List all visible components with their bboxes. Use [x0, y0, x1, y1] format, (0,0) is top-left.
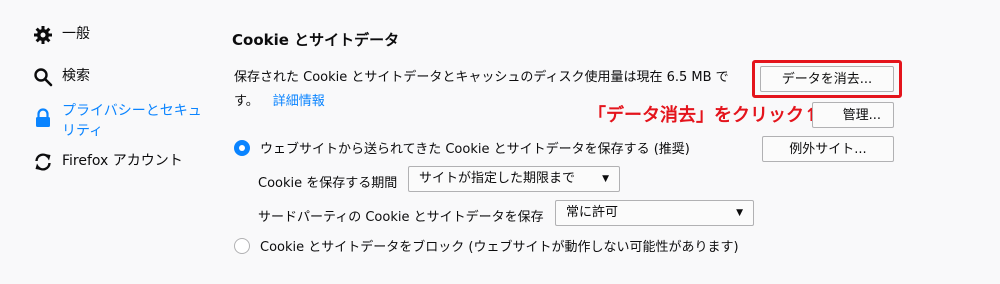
third-party-value: 常に許可	[566, 205, 619, 220]
accept-cookies-radio[interactable]	[234, 139, 250, 156]
accept-cookies-label: ウェブサイトから送られてきた Cookie とサイトデータを保存する (推奨)	[260, 142, 690, 157]
accept-cookies-option[interactable]: ウェブサイトから送られてきた Cookie とサイトデータを保存する (推奨)	[234, 138, 690, 157]
third-party-select[interactable]: 常に許可 ▼	[555, 200, 754, 226]
manage-data-button[interactable]: 管理...	[812, 102, 894, 128]
block-cookies-option[interactable]: Cookie とサイトデータをブロック (ウェブサイトが動作しない可能性がありま…	[234, 236, 739, 255]
keep-until-value: サイトが指定した期限まで	[419, 171, 576, 186]
keep-until-label: Cookie を保存する期間	[258, 176, 398, 191]
section-title: Cookie とサイトデータ	[232, 31, 400, 49]
exceptions-button[interactable]: 例外サイト...	[762, 136, 894, 162]
block-cookies-label: Cookie とサイトデータをブロック (ウェブサイトが動作しない可能性がありま…	[260, 240, 739, 255]
chevron-down-icon: ▼	[602, 174, 609, 184]
learn-more-link[interactable]: 詳細情報	[273, 94, 325, 109]
settings-main: Cookie とサイトデータ 保存された Cookie とサイトデータとキャッシ…	[0, 0, 1000, 284]
clear-data-button[interactable]: データを消去...	[760, 66, 894, 92]
keep-until-select[interactable]: サイトが指定した期限まで ▼	[408, 166, 620, 192]
chevron-down-icon: ▼	[736, 208, 743, 218]
block-cookies-radio[interactable]	[234, 237, 250, 254]
annotation-callout: 「データ消去」をクリック↑	[588, 105, 820, 126]
third-party-label: サードパーティの Cookie とサイトデータを保存	[258, 210, 544, 225]
